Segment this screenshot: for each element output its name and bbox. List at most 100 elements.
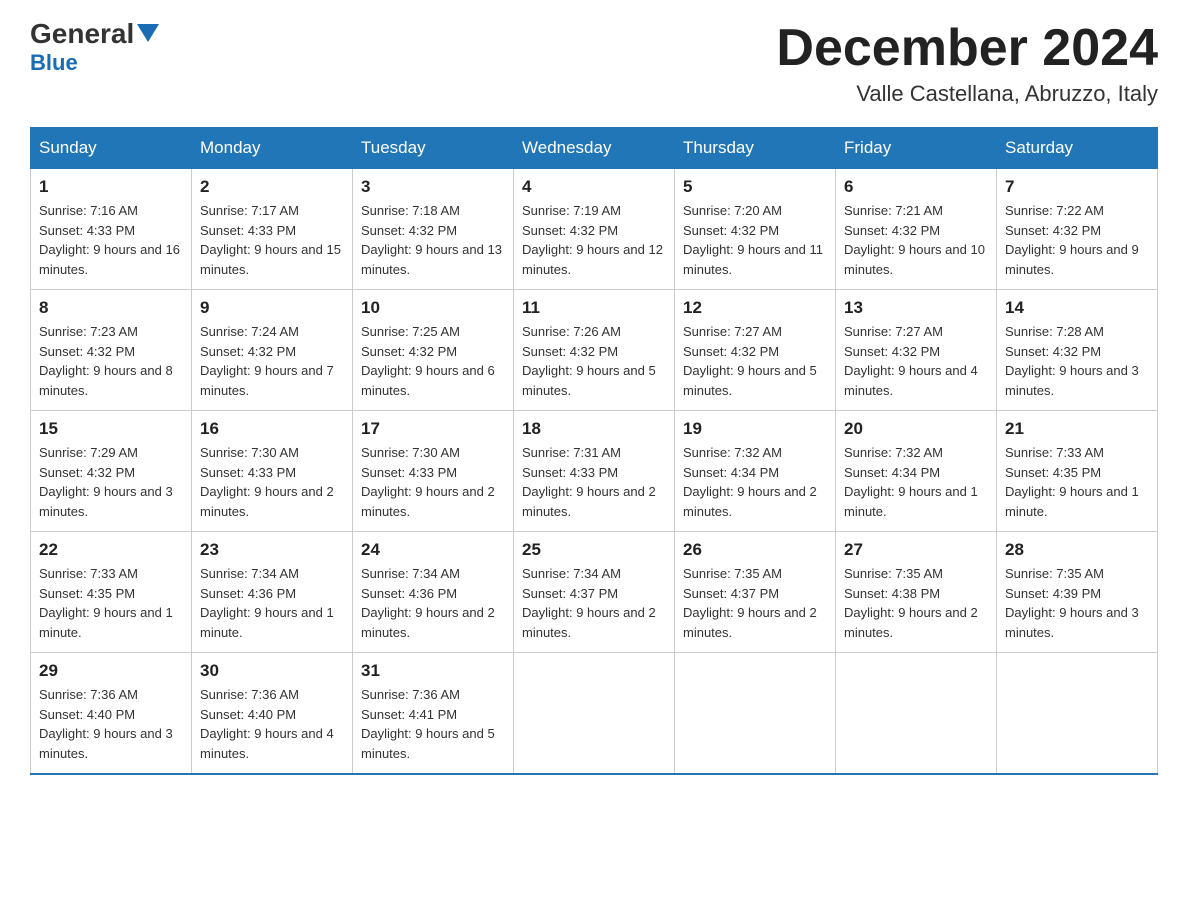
day-info: Sunrise: 7:34 AMSunset: 4:37 PMDaylight:… [522, 564, 666, 642]
calendar-table: Sunday Monday Tuesday Wednesday Thursday… [30, 127, 1158, 775]
day-number: 20 [844, 419, 988, 439]
header-thursday: Thursday [675, 128, 836, 169]
day-number: 23 [200, 540, 344, 560]
logo-text-blue: Blue [30, 50, 78, 76]
day-info: Sunrise: 7:33 AMSunset: 4:35 PMDaylight:… [1005, 443, 1149, 521]
day-number: 30 [200, 661, 344, 681]
table-row [997, 653, 1158, 775]
table-row: 30 Sunrise: 7:36 AMSunset: 4:40 PMDayligh… [192, 653, 353, 775]
day-info: Sunrise: 7:35 AMSunset: 4:37 PMDaylight:… [683, 564, 827, 642]
header-monday: Monday [192, 128, 353, 169]
day-number: 21 [1005, 419, 1149, 439]
table-row: 6 Sunrise: 7:21 AMSunset: 4:32 PMDaylight… [836, 169, 997, 290]
table-row: 18Sunrise: 7:31 AMSunset: 4:33 PMDayligh… [514, 411, 675, 532]
table-row [514, 653, 675, 775]
day-info: Sunrise: 7:16 AMSunset: 4:33 PMDaylight:… [39, 201, 183, 279]
header-sunday: Sunday [31, 128, 192, 169]
day-number: 1 [39, 177, 183, 197]
day-info: Sunrise: 7:30 AMSunset: 4:33 PMDaylight:… [200, 443, 344, 521]
table-row: 28Sunrise: 7:35 AMSunset: 4:39 PMDayligh… [997, 532, 1158, 653]
logo-text-general: General [30, 20, 134, 48]
header-saturday: Saturday [997, 128, 1158, 169]
logo-arrow-icon [137, 24, 159, 42]
day-number: 7 [1005, 177, 1149, 197]
day-info: Sunrise: 7:36 AMSunset: 4:40 PMDaylight:… [200, 685, 344, 763]
table-row: 10 Sunrise: 7:25 AMSunset: 4:32 PMDayligh… [353, 290, 514, 411]
day-info: Sunrise: 7:29 AMSunset: 4:32 PMDaylight:… [39, 443, 183, 521]
day-info: Sunrise: 7:34 AMSunset: 4:36 PMDaylight:… [200, 564, 344, 642]
day-number: 27 [844, 540, 988, 560]
table-row: 4Sunrise: 7:19 AMSunset: 4:32 PMDaylight… [514, 169, 675, 290]
table-row: 20 Sunrise: 7:32 AMSunset: 4:34 PMDayligh… [836, 411, 997, 532]
day-info: Sunrise: 7:30 AMSunset: 4:33 PMDaylight:… [361, 443, 505, 521]
table-row: 11 Sunrise: 7:26 AMSunset: 4:32 PMDayligh… [514, 290, 675, 411]
day-number: 13 [844, 298, 988, 318]
day-number: 17 [361, 419, 505, 439]
day-info: Sunrise: 7:23 AMSunset: 4:32 PMDaylight:… [39, 322, 183, 400]
day-info: Sunrise: 7:27 AMSunset: 4:32 PMDaylight:… [683, 322, 827, 400]
day-number: 2 [200, 177, 344, 197]
day-number: 28 [1005, 540, 1149, 560]
day-info: Sunrise: 7:25 AMSunset: 4:32 PMDaylight:… [361, 322, 505, 400]
header-tuesday: Tuesday [353, 128, 514, 169]
table-row: 15 Sunrise: 7:29 AMSunset: 4:32 PMDayligh… [31, 411, 192, 532]
table-row: 19Sunrise: 7:32 AMSunset: 4:34 PMDayligh… [675, 411, 836, 532]
day-number: 22 [39, 540, 183, 560]
calendar-week-row: 29Sunrise: 7:36 AMSunset: 4:40 PMDayligh… [31, 653, 1158, 775]
day-info: Sunrise: 7:26 AMSunset: 4:32 PMDaylight:… [522, 322, 666, 400]
calendar-week-row: 1 Sunrise: 7:16 AMSunset: 4:33 PMDaylight… [31, 169, 1158, 290]
table-row: 31 Sunrise: 7:36 AMSunset: 4:41 PMDayligh… [353, 653, 514, 775]
day-info: Sunrise: 7:34 AMSunset: 4:36 PMDaylight:… [361, 564, 505, 642]
table-row [675, 653, 836, 775]
location-title: Valle Castellana, Abruzzo, Italy [776, 81, 1158, 107]
table-row: 2 Sunrise: 7:17 AMSunset: 4:33 PMDaylight… [192, 169, 353, 290]
table-row: 7 Sunrise: 7:22 AMSunset: 4:32 PMDaylight… [997, 169, 1158, 290]
day-info: Sunrise: 7:35 AMSunset: 4:38 PMDaylight:… [844, 564, 988, 642]
title-area: December 2024 Valle Castellana, Abruzzo,… [776, 20, 1158, 107]
weekday-header-row: Sunday Monday Tuesday Wednesday Thursday… [31, 128, 1158, 169]
day-number: 19 [683, 419, 827, 439]
day-number: 16 [200, 419, 344, 439]
day-info: Sunrise: 7:22 AMSunset: 4:32 PMDaylight:… [1005, 201, 1149, 279]
day-number: 24 [361, 540, 505, 560]
table-row: 23 Sunrise: 7:34 AMSunset: 4:36 PMDayligh… [192, 532, 353, 653]
day-info: Sunrise: 7:17 AMSunset: 4:33 PMDaylight:… [200, 201, 344, 279]
table-row: 8Sunrise: 7:23 AMSunset: 4:32 PMDaylight… [31, 290, 192, 411]
day-info: Sunrise: 7:36 AMSunset: 4:40 PMDaylight:… [39, 685, 183, 763]
day-number: 26 [683, 540, 827, 560]
day-number: 11 [522, 298, 666, 318]
day-info: Sunrise: 7:36 AMSunset: 4:41 PMDaylight:… [361, 685, 505, 763]
table-row: 22Sunrise: 7:33 AMSunset: 4:35 PMDayligh… [31, 532, 192, 653]
table-row: 5 Sunrise: 7:20 AMSunset: 4:32 PMDaylight… [675, 169, 836, 290]
table-row: 14Sunrise: 7:28 AMSunset: 4:32 PMDayligh… [997, 290, 1158, 411]
day-info: Sunrise: 7:24 AMSunset: 4:32 PMDaylight:… [200, 322, 344, 400]
day-info: Sunrise: 7:19 AMSunset: 4:32 PMDaylight:… [522, 201, 666, 279]
calendar-week-row: 15 Sunrise: 7:29 AMSunset: 4:32 PMDayligh… [31, 411, 1158, 532]
header-friday: Friday [836, 128, 997, 169]
table-row: 21 Sunrise: 7:33 AMSunset: 4:35 PMDayligh… [997, 411, 1158, 532]
day-info: Sunrise: 7:31 AMSunset: 4:33 PMDaylight:… [522, 443, 666, 521]
logo: General Blue [30, 20, 159, 76]
day-info: Sunrise: 7:21 AMSunset: 4:32 PMDaylight:… [844, 201, 988, 279]
day-number: 9 [200, 298, 344, 318]
day-info: Sunrise: 7:20 AMSunset: 4:32 PMDaylight:… [683, 201, 827, 279]
header-wednesday: Wednesday [514, 128, 675, 169]
day-info: Sunrise: 7:27 AMSunset: 4:32 PMDaylight:… [844, 322, 988, 400]
day-number: 31 [361, 661, 505, 681]
calendar-week-row: 8Sunrise: 7:23 AMSunset: 4:32 PMDaylight… [31, 290, 1158, 411]
day-info: Sunrise: 7:32 AMSunset: 4:34 PMDaylight:… [844, 443, 988, 521]
month-title: December 2024 [776, 20, 1158, 77]
day-number: 12 [683, 298, 827, 318]
day-number: 6 [844, 177, 988, 197]
day-number: 10 [361, 298, 505, 318]
table-row: 3Sunrise: 7:18 AMSunset: 4:32 PMDaylight… [353, 169, 514, 290]
calendar-week-row: 22Sunrise: 7:33 AMSunset: 4:35 PMDayligh… [31, 532, 1158, 653]
table-row: 29Sunrise: 7:36 AMSunset: 4:40 PMDayligh… [31, 653, 192, 775]
day-number: 15 [39, 419, 183, 439]
day-number: 25 [522, 540, 666, 560]
table-row: 9 Sunrise: 7:24 AMSunset: 4:32 PMDaylight… [192, 290, 353, 411]
table-row [836, 653, 997, 775]
table-row: 25 Sunrise: 7:34 AMSunset: 4:37 PMDayligh… [514, 532, 675, 653]
page-header: General Blue December 2024 Valle Castell… [30, 20, 1158, 107]
day-number: 5 [683, 177, 827, 197]
